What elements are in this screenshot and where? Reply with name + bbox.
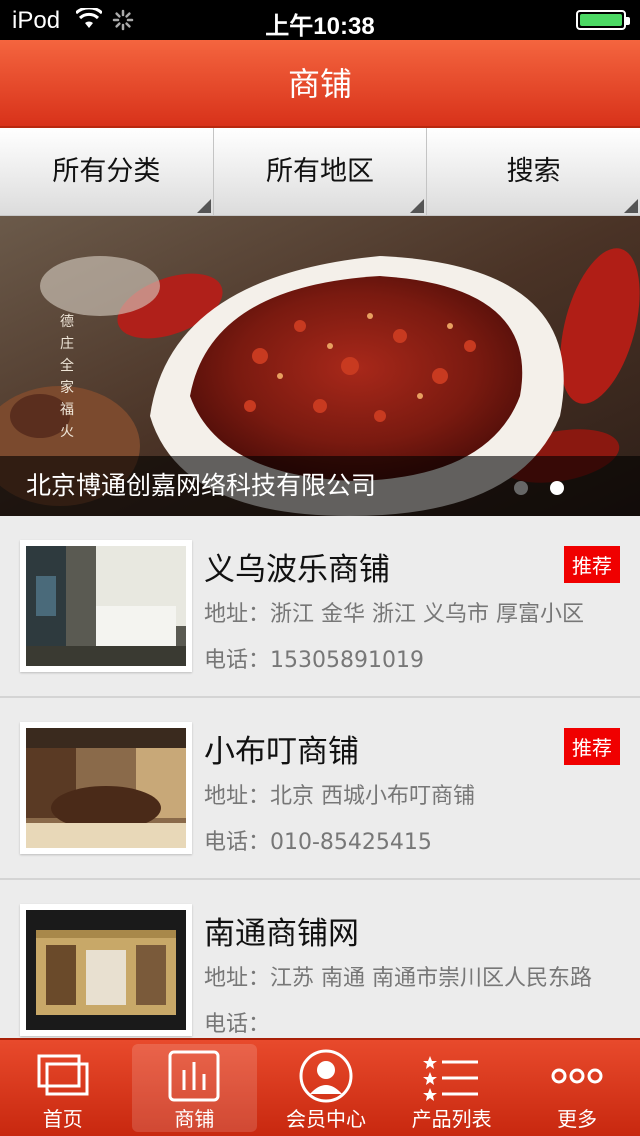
- tab-bar: 首页 商铺 会员中心 产品列表 更多: [0, 1038, 640, 1136]
- shop-phone: 电话：: [204, 1012, 271, 1037]
- recommend-badge: 推荐: [564, 546, 620, 583]
- svg-text:庄: 庄: [60, 335, 74, 352]
- shop-thumbnail: [20, 540, 192, 672]
- shop-name: 小布叮商铺: [204, 734, 359, 770]
- filter-bar: 所有分类 所有地区 搜索: [0, 128, 640, 216]
- status-bar: iPod 上午10:38: [0, 0, 640, 40]
- tab-home-label: 首页: [42, 1107, 83, 1131]
- shop-phone: 电话：15305891019: [204, 648, 424, 673]
- shop-phone: 电话：010-85425415: [204, 830, 432, 855]
- search-label: 搜索: [506, 156, 561, 187]
- dropdown-corner-icon: [624, 199, 639, 213]
- shop-list-item[interactable]: 南通商铺网 地址：江苏 南通 南通市崇川区人民东路 电话：: [0, 880, 640, 1062]
- shop-thumbnail: [20, 722, 192, 854]
- search-button[interactable]: 搜索: [427, 128, 640, 215]
- category-filter-label: 所有分类: [52, 156, 161, 187]
- svg-text:德: 德: [60, 314, 74, 330]
- shop-name: 南通商铺网: [204, 916, 359, 952]
- more-dots-icon: [551, 1068, 603, 1084]
- dropdown-corner-icon: [410, 199, 425, 213]
- carousel-dot[interactable]: [514, 481, 528, 495]
- tab-more-label: 更多: [557, 1107, 598, 1131]
- tab-member-center-label: 会员中心: [285, 1107, 366, 1131]
- shop-thumbnail: [20, 904, 192, 1036]
- clock: 上午10:38: [265, 13, 375, 40]
- battery-icon: [576, 10, 630, 30]
- tab-more[interactable]: 更多: [514, 1040, 640, 1136]
- tab-home[interactable]: 首页: [0, 1040, 126, 1136]
- shop-list: 义乌波乐商铺 推荐 地址：浙江 金华 浙江 义乌市 厚富小区 电话：153058…: [0, 516, 640, 1062]
- region-filter-button[interactable]: 所有地区: [214, 128, 428, 215]
- bar-chart-icon: [168, 1050, 220, 1102]
- shop-list-item[interactable]: 小布叮商铺 推荐 地址：北京 西城小布叮商铺 电话：010-85425415: [0, 698, 640, 880]
- shop-address: 地址：北京 西城小布叮商铺: [204, 784, 475, 809]
- page-title: 商铺: [287, 65, 352, 103]
- user-icon: [299, 1049, 353, 1103]
- tab-product-list[interactable]: 产品列表: [389, 1040, 515, 1136]
- svg-text:全: 全: [60, 357, 74, 374]
- banner-carousel[interactable]: 德庄全 家福火 北京博通创嘉网络科技有限公司: [0, 216, 640, 516]
- tab-product-list-label: 产品列表: [411, 1107, 492, 1131]
- nav-bar: 商铺: [0, 40, 640, 128]
- shop-list-item[interactable]: 义乌波乐商铺 推荐 地址：浙江 金华 浙江 义乌市 厚富小区 电话：153058…: [0, 516, 640, 698]
- tab-shops-label: 商铺: [174, 1107, 215, 1131]
- svg-text:家: 家: [60, 379, 74, 396]
- carousel-dot-active[interactable]: [550, 481, 564, 495]
- star-list-icon: [422, 1056, 478, 1101]
- svg-text:福: 福: [60, 402, 74, 418]
- shop-address: 地址：浙江 金华 浙江 义乌市 厚富小区: [204, 602, 584, 627]
- dropdown-corner-icon: [196, 199, 211, 213]
- carousel-indicator: [514, 481, 564, 495]
- shop-name: 义乌波乐商铺: [204, 552, 390, 588]
- home-windows-icon: [37, 1054, 89, 1096]
- region-filter-label: 所有地区: [266, 156, 374, 187]
- tab-member-center[interactable]: 会员中心: [263, 1040, 389, 1136]
- svg-text:火: 火: [60, 424, 74, 440]
- shop-address: 地址：江苏 南通 南通市崇川区人民东路: [204, 966, 592, 991]
- category-filter-button[interactable]: 所有分类: [0, 128, 214, 215]
- recommend-badge: 推荐: [564, 728, 620, 765]
- tab-shops[interactable]: 商铺: [131, 1044, 258, 1132]
